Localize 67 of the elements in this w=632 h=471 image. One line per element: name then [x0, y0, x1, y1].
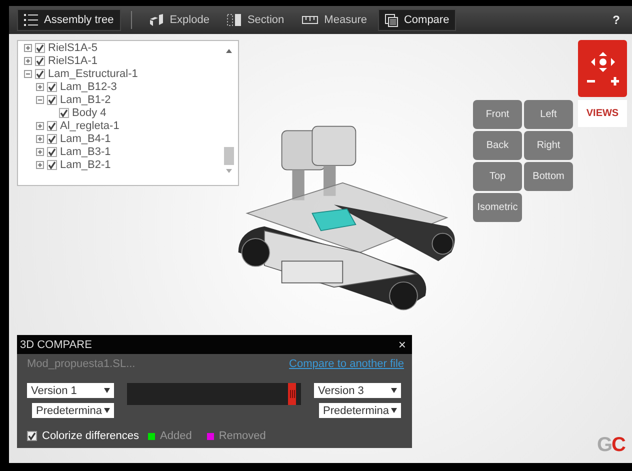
version-dropdown[interactable]: Version 1: [27, 383, 114, 398]
file-name: Mod_propuesta1.SL...: [27, 358, 136, 370]
dropdown-arrow-icon: [391, 408, 398, 413]
toolbar-button[interactable]: Compare: [378, 9, 456, 31]
view-button[interactable]: Right: [524, 131, 573, 160]
tree-item[interactable]: Al_regleta-1: [60, 120, 120, 132]
view-button[interactable]: Top: [473, 162, 522, 191]
configuration-dropdown[interactable]: Predetermina: [32, 403, 114, 418]
checkbox[interactable]: [35, 42, 45, 52]
tree-item[interactable]: Lam_B3-1: [60, 146, 111, 158]
tree-item[interactable]: RielS1A-1: [48, 54, 98, 66]
cube-pieces-icon: [148, 14, 164, 26]
toolbar-button[interactable]: Explode: [142, 9, 216, 31]
view-button[interactable]: Back: [473, 131, 522, 160]
tree-item[interactable]: Lam_B1-2: [60, 94, 111, 106]
expander-icon[interactable]: [24, 56, 32, 64]
checkbox[interactable]: [47, 120, 57, 130]
tree-item[interactable]: Lam_B12-3: [60, 80, 117, 92]
toolbar-button[interactable]: Assembly tree: [17, 9, 121, 31]
legend-label: Added: [160, 430, 192, 442]
toolbar-button[interactable]: Measure: [295, 9, 374, 31]
expander-icon[interactable]: [24, 70, 32, 78]
view-button[interactable]: Left: [524, 100, 573, 129]
dropdown-arrow-icon: [391, 388, 397, 393]
checkbox[interactable]: [35, 68, 45, 78]
logo: GC: [596, 434, 625, 457]
help-button[interactable]: ?: [606, 12, 626, 28]
expander-icon[interactable]: [36, 160, 44, 168]
panel-title: 3D COMPARE: [20, 338, 92, 350]
compare-icon: [384, 14, 398, 26]
configuration-dropdown[interactable]: Predetermina: [319, 403, 401, 418]
expander-icon[interactable]: [36, 134, 44, 142]
checkbox[interactable]: [59, 108, 69, 118]
tree-item[interactable]: Lam_B4-1: [60, 132, 111, 144]
checkbox[interactable]: [47, 146, 57, 156]
legend-label: Removed: [218, 430, 266, 442]
tree-item[interactable]: RielS1A-5: [48, 42, 98, 54]
close-button[interactable]: ×: [396, 337, 408, 352]
views-label: VIEWS: [578, 100, 627, 127]
checkbox[interactable]: [47, 160, 57, 170]
version-dropdown[interactable]: Version 3: [314, 383, 401, 398]
section-icon: [227, 14, 242, 26]
pan-zoom-icon: [584, 50, 620, 88]
expander-icon[interactable]: [36, 96, 44, 104]
expander-icon[interactable]: [36, 122, 44, 130]
view-button[interactable]: Bottom: [524, 162, 573, 191]
checkbox-label: Colorize differences: [42, 430, 140, 442]
expander-icon[interactable]: [36, 148, 44, 156]
tree-item[interactable]: Body 4: [72, 106, 106, 118]
checkbox[interactable]: [35, 56, 45, 66]
toolbar-button[interactable]: Section: [220, 9, 292, 31]
checkbox[interactable]: [47, 82, 57, 92]
checkbox[interactable]: [47, 134, 57, 144]
tree-item[interactable]: Lam_Estructural-1: [48, 68, 138, 80]
expander-icon[interactable]: [36, 82, 44, 90]
view-button[interactable]: Isometric: [473, 193, 522, 222]
tree-item[interactable]: Lam_B2-1: [60, 158, 111, 170]
view-button[interactable]: Front: [473, 100, 522, 129]
dropdown-arrow-icon: [104, 388, 110, 393]
dropdown-arrow-icon: [104, 408, 110, 413]
checkbox[interactable]: [27, 431, 37, 441]
list-icon: [24, 14, 38, 26]
expander-icon[interactable]: [24, 44, 32, 52]
checkbox[interactable]: [47, 94, 57, 104]
slider-handle[interactable]: [288, 383, 296, 405]
ruler-icon: [302, 16, 318, 24]
navigation-pad[interactable]: [578, 40, 627, 97]
